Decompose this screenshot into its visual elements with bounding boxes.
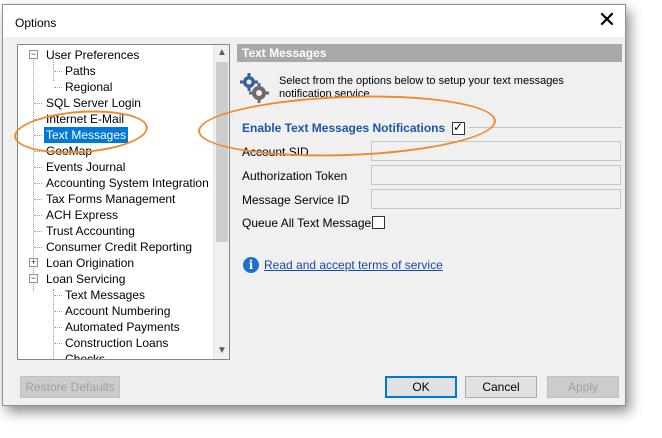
- tree-item-label: Internet E-Mail: [46, 112, 125, 126]
- tree-item[interactable]: Text Messages: [18, 127, 214, 143]
- tree-item-label: Trust Accounting: [46, 224, 135, 238]
- account-sid-input[interactable]: [371, 141, 621, 161]
- enable-notifications-row: Enable Text Messages Notifications ✓: [242, 120, 622, 136]
- message-service-id-label: Message Service ID: [242, 193, 350, 207]
- tree-item-label: Tax Forms Management: [46, 192, 176, 206]
- terms-of-service-link[interactable]: Read and accept terms of service: [264, 257, 443, 273]
- divider: [469, 127, 622, 128]
- tree-item[interactable]: Internet E-Mail: [18, 111, 214, 127]
- tree-item-label: Consumer Credit Reporting: [46, 240, 193, 254]
- options-tree[interactable]: − User Preferences Paths Regional SQL Server…: [17, 44, 230, 360]
- tree-item-label: Loan Servicing: [46, 272, 126, 286]
- tree-item[interactable]: Text Messages: [18, 287, 214, 303]
- checkmark-icon: ✓: [453, 120, 464, 134]
- authorization-token-input[interactable]: [371, 165, 621, 185]
- tree-item[interactable]: Construction Loans: [18, 335, 214, 351]
- tree-item-label: SQL Server Login: [46, 96, 141, 110]
- ok-button[interactable]: OK: [385, 376, 457, 398]
- tree-item[interactable]: GeoMap: [18, 143, 214, 159]
- tree-item-label: Automated Payments: [65, 320, 180, 334]
- scroll-up-arrow-icon[interactable]: ▲: [214, 45, 229, 61]
- tree-item[interactable]: Automated Payments: [18, 319, 214, 335]
- tree-item[interactable]: + Loan Origination: [18, 255, 214, 271]
- tree-item[interactable]: Tax Forms Management: [18, 191, 214, 207]
- tree-scrollbar[interactable]: ▲ ▼: [213, 45, 229, 359]
- tree-item-label: Text Messages: [44, 127, 129, 143]
- tree-item-label: GeoMap: [46, 144, 93, 158]
- tree-item-label: Construction Loans: [65, 336, 169, 350]
- tree-item-label: Events Journal: [46, 160, 126, 174]
- tree-item[interactable]: − Loan Servicing: [18, 271, 214, 287]
- apply-button[interactable]: Apply: [547, 376, 619, 398]
- intro-text: Select from the options below to setup y…: [279, 75, 564, 100]
- tree-item-label: ACH Express: [46, 208, 119, 222]
- scroll-thumb[interactable]: [216, 62, 228, 242]
- authorization-token-label: Authorization Token: [242, 169, 348, 183]
- section-header: Text Messages: [237, 44, 622, 62]
- queue-messages-label: Queue All Text Messages: [242, 216, 378, 230]
- title-bar: Options ✕: [3, 5, 625, 37]
- tree-item[interactable]: − User Preferences: [18, 47, 214, 63]
- collapse-icon[interactable]: −: [29, 50, 38, 59]
- tree-item[interactable]: Trust Accounting: [18, 223, 214, 239]
- tree-item-label: Regional: [65, 80, 113, 94]
- tree-item-label: Accounting System Integration: [46, 176, 209, 190]
- account-sid-label: Account SID: [242, 145, 309, 159]
- tree-item[interactable]: Regional: [18, 79, 214, 95]
- tree-item-label: Loan Origination: [46, 256, 135, 270]
- tree-item-label: Paths: [65, 64, 96, 78]
- enable-notifications-checkbox[interactable]: ✓: [452, 120, 465, 135]
- gear-icon: [240, 73, 269, 103]
- queue-messages-checkbox[interactable]: [372, 216, 385, 229]
- tree-item-label: Checks: [65, 352, 106, 360]
- tree-item[interactable]: Consumer Credit Reporting: [18, 239, 214, 255]
- dialog-title: Options: [15, 16, 57, 30]
- tree-item[interactable]: Checks: [18, 351, 214, 360]
- restore-defaults-button[interactable]: Restore Defaults: [20, 376, 120, 398]
- tree-item[interactable]: ACH Express: [18, 207, 214, 223]
- collapse-icon[interactable]: −: [29, 274, 38, 283]
- tree-item[interactable]: SQL Server Login: [18, 95, 214, 111]
- tree-item[interactable]: Accounting System Integration: [18, 175, 214, 191]
- info-icon: i: [243, 257, 259, 273]
- expand-icon[interactable]: +: [29, 258, 38, 267]
- tree-item-label: User Preferences: [46, 48, 140, 62]
- scroll-down-arrow-icon[interactable]: ▼: [214, 343, 229, 359]
- tree-item[interactable]: Account Numbering: [18, 303, 214, 319]
- tree-item-label: Account Numbering: [65, 304, 171, 318]
- enable-notifications-label: Enable Text Messages Notifications: [242, 121, 446, 135]
- tree-item-label: Text Messages: [65, 288, 146, 302]
- close-icon[interactable]: ✕: [595, 9, 619, 33]
- tree-item[interactable]: Paths: [18, 63, 214, 79]
- message-service-id-input[interactable]: [371, 189, 621, 209]
- cancel-button[interactable]: Cancel: [465, 376, 537, 398]
- tree-item[interactable]: Events Journal: [18, 159, 214, 175]
